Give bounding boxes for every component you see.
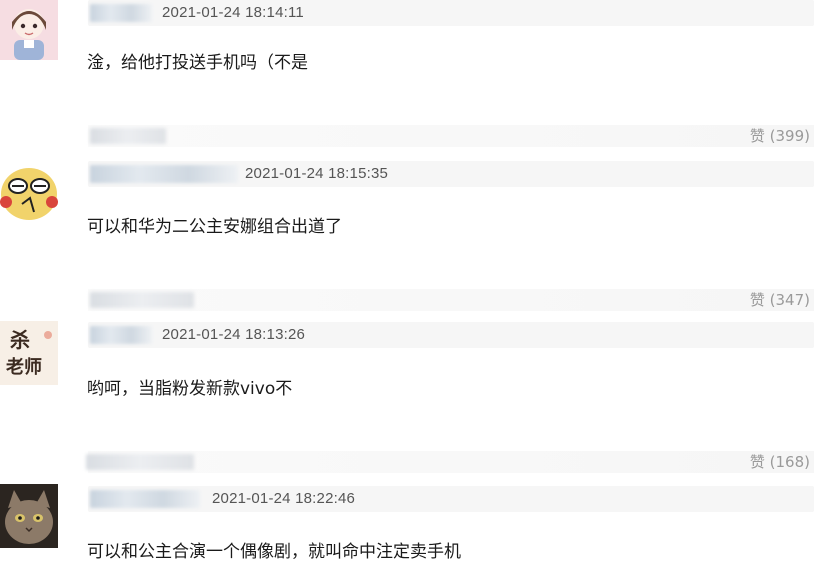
comment-text: 可以和华为二公主安娜组合出道了 bbox=[87, 217, 342, 237]
svg-text:老师: 老师 bbox=[6, 356, 42, 378]
username-redacted[interactable] bbox=[90, 165, 238, 183]
username-redacted[interactable] bbox=[90, 4, 152, 22]
avatar[interactable] bbox=[0, 0, 58, 60]
comment-timestamp: 2021-01-24 18:22:46 bbox=[212, 490, 356, 507]
comment-text: 可以和公主合演一个偶像剧，就叫命中注定卖手机 bbox=[87, 542, 461, 562]
avatar[interactable] bbox=[0, 160, 58, 222]
like-count[interactable]: 赞 (168) bbox=[750, 451, 810, 473]
reply-info-redacted bbox=[90, 128, 166, 144]
like-count[interactable]: 赞 (347) bbox=[750, 289, 810, 311]
avatar-calligraphy: 杀 老师 bbox=[0, 321, 58, 385]
reply-info-redacted bbox=[86, 454, 194, 470]
comment-footer-bar bbox=[88, 451, 814, 473]
like-count[interactable]: 赞 (399) bbox=[750, 125, 810, 147]
avatar[interactable] bbox=[0, 484, 58, 548]
username-redacted[interactable] bbox=[90, 326, 152, 344]
avatar-cartoon-face bbox=[0, 160, 58, 222]
comment-text: 哟呵，当脂粉发新款vivo不 bbox=[87, 379, 293, 399]
avatar[interactable]: 杀 老师 bbox=[0, 321, 58, 385]
avatar-cat-photo bbox=[0, 484, 58, 548]
comment-footer-bar bbox=[88, 289, 814, 311]
reply-info-redacted bbox=[90, 292, 194, 308]
comment-timestamp: 2021-01-24 18:14:11 bbox=[162, 4, 304, 21]
comment-text: 淦，给他打投送手机吗（不是 bbox=[87, 53, 308, 73]
svg-text:杀: 杀 bbox=[10, 328, 30, 352]
avatar-girl-illustration bbox=[0, 0, 58, 60]
comment-timestamp: 2021-01-24 18:13:26 bbox=[162, 326, 306, 343]
username-redacted[interactable] bbox=[90, 490, 200, 508]
comment-timestamp: 2021-01-24 18:15:35 bbox=[245, 165, 389, 182]
comment-footer-bar bbox=[88, 125, 814, 147]
